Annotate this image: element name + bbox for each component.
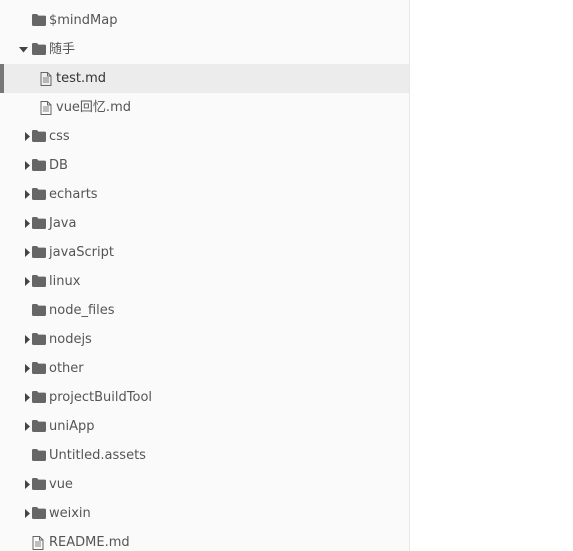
tree-item-folder-nodejs-11[interactable]: nodejs bbox=[0, 325, 409, 354]
tree-item-folder-weixin-17[interactable]: weixin bbox=[0, 499, 409, 528]
folder-icon bbox=[32, 449, 46, 462]
tree-item-label: test.md bbox=[56, 71, 107, 86]
tree-item-folder-mindmap-0[interactable]: $mindMap bbox=[0, 6, 409, 35]
file-tree: $mindMap 随手 test.md vue回忆.md css DB echarts Jav… bbox=[0, 6, 409, 551]
tree-item-label: echarts bbox=[49, 187, 98, 202]
tree-item-label: projectBuildTool bbox=[49, 390, 153, 405]
folder-icon bbox=[32, 43, 46, 56]
tree-item-label: 随手 bbox=[49, 42, 76, 57]
tree-item-label: css bbox=[49, 129, 70, 144]
caret-right-icon[interactable] bbox=[22, 470, 32, 499]
tree-item-label: other bbox=[49, 361, 84, 376]
tree-item-folder-echarts-6[interactable]: echarts bbox=[0, 180, 409, 209]
tree-item-file-readme-md-18[interactable]: README.md bbox=[0, 528, 409, 551]
folder-icon bbox=[32, 304, 46, 317]
caret-right-icon[interactable] bbox=[22, 151, 32, 180]
folder-icon bbox=[32, 246, 46, 259]
tree-item-label: vue回忆.md bbox=[56, 100, 131, 115]
tree-item-label: DB bbox=[49, 158, 68, 173]
folder-icon bbox=[32, 159, 46, 172]
caret-right-icon[interactable] bbox=[22, 325, 32, 354]
folder-icon bbox=[32, 130, 46, 143]
app-window: $mindMap 随手 test.md vue回忆.md css DB echarts Jav… bbox=[0, 0, 573, 551]
folder-icon bbox=[32, 391, 46, 404]
tree-item-folder-db-5[interactable]: DB bbox=[0, 151, 409, 180]
file-icon bbox=[40, 101, 54, 115]
tree-item-label: uniApp bbox=[49, 419, 95, 434]
file-tree-sidebar: $mindMap 随手 test.md vue回忆.md css DB echarts Jav… bbox=[0, 0, 410, 551]
tree-item-label: linux bbox=[49, 274, 81, 289]
caret-right-icon[interactable] bbox=[22, 238, 32, 267]
tree-item-label: Untitled.assets bbox=[49, 448, 146, 463]
tree-item-file-test-md-2[interactable]: test.md bbox=[0, 64, 409, 93]
tree-item-label: Java bbox=[49, 216, 77, 231]
folder-icon bbox=[32, 507, 46, 520]
tree-item-folder-vue-16[interactable]: vue bbox=[0, 470, 409, 499]
folder-icon bbox=[32, 362, 46, 375]
caret-right-icon[interactable] bbox=[22, 180, 32, 209]
editor-pane[interactable] bbox=[410, 0, 573, 551]
caret-right-icon[interactable] bbox=[22, 267, 32, 296]
tree-item-label: README.md bbox=[49, 535, 130, 550]
folder-icon bbox=[32, 217, 46, 230]
folder-icon bbox=[32, 14, 46, 27]
folder-icon bbox=[32, 188, 46, 201]
folder-icon bbox=[32, 420, 46, 433]
tree-item-folder-node-files-10[interactable]: node_files bbox=[0, 296, 409, 325]
tree-item-folder-javascript-8[interactable]: javaScript bbox=[0, 238, 409, 267]
tree-item-file-vue-md-3[interactable]: vue回忆.md bbox=[0, 93, 409, 122]
folder-icon bbox=[32, 275, 46, 288]
tree-item-label: javaScript bbox=[49, 245, 114, 260]
tree-item-folder-linux-9[interactable]: linux bbox=[0, 267, 409, 296]
tree-item-folder-uniapp-14[interactable]: uniApp bbox=[0, 412, 409, 441]
tree-item-folder-projectbuildtool-13[interactable]: projectBuildTool bbox=[0, 383, 409, 412]
caret-right-icon[interactable] bbox=[22, 354, 32, 383]
tree-item-label: vue bbox=[49, 477, 73, 492]
tree-item-folder-css-4[interactable]: css bbox=[0, 122, 409, 151]
tree-item-folder-java-7[interactable]: Java bbox=[0, 209, 409, 238]
caret-right-icon[interactable] bbox=[22, 122, 32, 151]
tree-item-label: $mindMap bbox=[49, 13, 118, 28]
folder-icon bbox=[32, 478, 46, 491]
tree-item-label: nodejs bbox=[49, 332, 92, 347]
file-icon bbox=[40, 72, 54, 86]
tree-item-label: node_files bbox=[49, 303, 115, 318]
tree-item-folder-untitled-assets-15[interactable]: Untitled.assets bbox=[0, 441, 409, 470]
caret-right-icon[interactable] bbox=[22, 499, 32, 528]
file-icon bbox=[32, 536, 46, 550]
tree-item-folder-item-1[interactable]: 随手 bbox=[0, 35, 409, 64]
caret-right-icon[interactable] bbox=[22, 412, 32, 441]
tree-item-folder-other-12[interactable]: other bbox=[0, 354, 409, 383]
folder-icon bbox=[32, 333, 46, 346]
caret-down-icon[interactable] bbox=[18, 35, 28, 64]
caret-right-icon[interactable] bbox=[22, 383, 32, 412]
tree-item-label: weixin bbox=[49, 506, 91, 521]
caret-right-icon[interactable] bbox=[22, 209, 32, 238]
